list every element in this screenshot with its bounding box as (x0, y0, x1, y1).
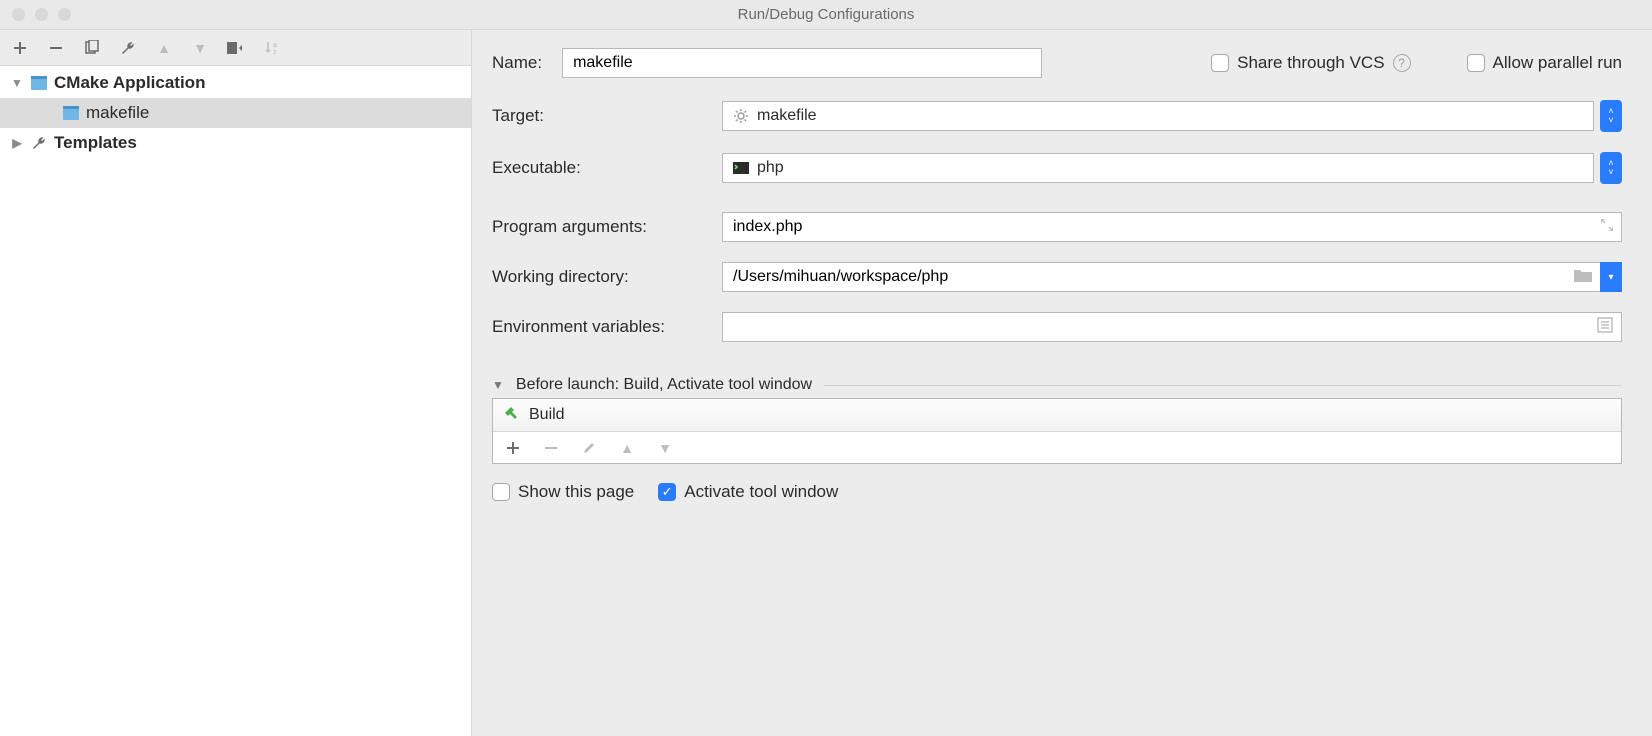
folder-icon[interactable] (1574, 268, 1592, 287)
application-icon (30, 75, 48, 91)
window-controls (12, 8, 71, 21)
chevron-right-icon: ▶ (10, 136, 24, 150)
allow-parallel-label: Allow parallel run (1493, 53, 1622, 73)
tree-node-label: CMake Application (54, 73, 205, 93)
remove-icon (541, 438, 561, 458)
remove-icon[interactable] (46, 38, 66, 58)
help-icon[interactable]: ? (1393, 54, 1411, 72)
executable-label: Executable: (492, 158, 722, 178)
environment-variables-field[interactable] (733, 318, 1611, 336)
name-label: Name: (492, 53, 542, 73)
configurations-toolbar: ▲ ▼ az (0, 30, 471, 66)
gear-icon (733, 108, 749, 124)
window-title: Run/Debug Configurations (0, 6, 1652, 23)
working-directory-input[interactable] (722, 262, 1600, 292)
minimize-window-button[interactable] (35, 8, 48, 21)
expand-icon[interactable] (1601, 218, 1613, 236)
name-input-field[interactable] (573, 54, 1031, 72)
target-stepper[interactable]: ˄ ˅ (1600, 100, 1622, 132)
save-template-icon[interactable] (226, 38, 246, 58)
divider (824, 385, 1622, 386)
svg-text:z: z (273, 49, 277, 56)
checkbox-icon (1467, 54, 1485, 72)
name-input[interactable] (562, 48, 1042, 78)
move-down-icon: ▼ (655, 438, 675, 458)
titlebar: Run/Debug Configurations (0, 0, 1652, 30)
chevron-down-icon: ▼ (10, 76, 24, 90)
before-launch-toolbar: ▲ ▼ (493, 431, 1621, 463)
working-directory-field[interactable] (733, 268, 1590, 286)
svg-text:a: a (273, 42, 277, 49)
sort-icon: az (262, 38, 282, 58)
target-combo[interactable]: makefile (722, 101, 1594, 131)
tree-node-label: makefile (86, 103, 149, 123)
list-icon[interactable] (1597, 317, 1613, 338)
configuration-editor: Name: Share through VCS ? Allow parallel… (472, 30, 1652, 736)
allow-parallel-run-checkbox[interactable]: Allow parallel run (1467, 53, 1622, 73)
chevron-down-icon: ˅ (1608, 168, 1613, 177)
copy-icon[interactable] (82, 38, 102, 58)
tree-node-templates[interactable]: ▶ Templates (0, 128, 471, 158)
before-launch-item[interactable]: Build (493, 399, 1621, 431)
add-icon[interactable] (503, 438, 523, 458)
checkbox-checked-icon: ✓ (658, 483, 676, 501)
tree-node-label: Templates (54, 133, 137, 153)
show-this-page-checkbox[interactable]: Show this page (492, 482, 634, 502)
checkbox-icon (492, 483, 510, 501)
wrench-icon (30, 135, 48, 151)
share-label: Share through VCS (1237, 53, 1384, 73)
target-value: makefile (757, 107, 817, 125)
executable-stepper[interactable]: ˄ ˅ (1600, 152, 1622, 184)
move-up-icon: ▲ (154, 38, 174, 58)
tree-node-makefile[interactable]: makefile (0, 98, 471, 128)
checkbox-icon (1211, 54, 1229, 72)
executable-combo[interactable]: php (722, 153, 1594, 183)
move-up-icon: ▲ (617, 438, 637, 458)
edit-defaults-icon[interactable] (118, 38, 138, 58)
program-arguments-label: Program arguments: (492, 217, 722, 237)
share-through-vcs-checkbox[interactable]: Share through VCS ? (1211, 53, 1410, 73)
target-label: Target: (492, 106, 722, 126)
executable-value: php (757, 159, 784, 177)
before-launch-item-label: Build (529, 406, 565, 424)
configurations-panel: ▲ ▼ az ▼ CMake Application makefile (0, 30, 472, 736)
move-down-icon: ▼ (190, 38, 210, 58)
chevron-down-icon: ˅ (1608, 116, 1613, 125)
program-arguments-input[interactable] (722, 212, 1622, 242)
environment-variables-input[interactable] (722, 312, 1622, 342)
activate-tool-window-checkbox[interactable]: ✓ Activate tool window (658, 482, 838, 502)
working-directory-label: Working directory: (492, 267, 722, 287)
tree-node-cmake-application[interactable]: ▼ CMake Application (0, 68, 471, 98)
environment-variables-label: Environment variables: (492, 317, 722, 337)
terminal-icon (733, 160, 749, 176)
hammer-icon (503, 405, 519, 426)
maximize-window-button[interactable] (58, 8, 71, 21)
show-this-page-label: Show this page (518, 482, 634, 502)
before-launch-header[interactable]: ▼ Before launch: Build, Activate tool wi… (492, 376, 1622, 394)
add-icon[interactable] (10, 38, 30, 58)
activate-tool-window-label: Activate tool window (684, 482, 838, 502)
edit-icon (579, 438, 599, 458)
chevron-down-icon: ▼ (492, 378, 504, 392)
before-launch-label: Before launch: Build, Activate tool wind… (516, 376, 812, 394)
before-launch-list: Build ▲ ▼ (492, 398, 1622, 464)
configurations-tree: ▼ CMake Application makefile ▶ Templates (0, 66, 471, 736)
program-arguments-field[interactable] (733, 218, 1611, 236)
close-window-button[interactable] (12, 8, 25, 21)
application-icon (62, 105, 80, 121)
working-directory-dropdown[interactable]: ▾ (1600, 262, 1622, 292)
chevron-down-icon: ▾ (1608, 272, 1613, 283)
